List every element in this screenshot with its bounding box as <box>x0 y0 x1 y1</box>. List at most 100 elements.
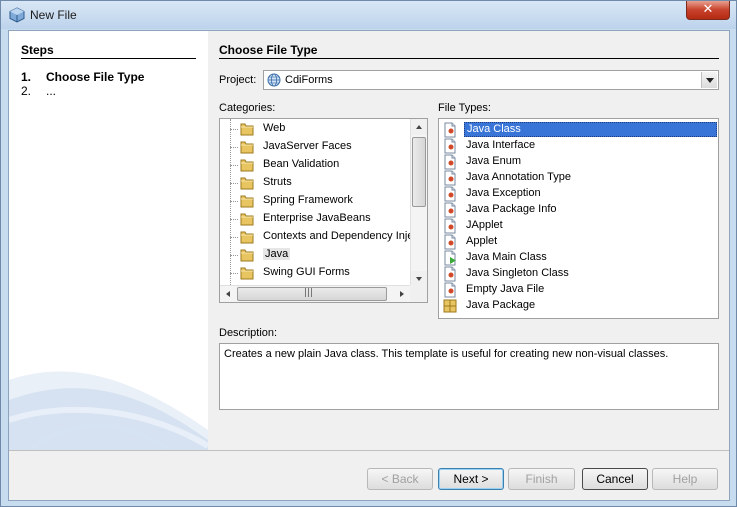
java-file-icon <box>444 122 456 138</box>
java-file-icon <box>444 234 456 250</box>
category-label: Java <box>263 248 291 260</box>
project-select[interactable]: CdiForms <box>263 70 719 90</box>
file-types-label: File Types: <box>438 102 491 114</box>
scroll-thumb[interactable]: ||| <box>237 287 387 301</box>
dropdown-arrow[interactable] <box>701 72 717 88</box>
folder-icon <box>240 159 254 172</box>
choose-file-type-panel: Choose File Type Project: CdiForms Categ… <box>208 31 729 450</box>
file-type-item[interactable]: Java Singleton Class <box>439 266 718 282</box>
file-type-label: Java Class <box>464 122 717 137</box>
scroll-left-button[interactable] <box>220 286 236 302</box>
folder-icon <box>240 267 254 280</box>
netbeans-cube-icon <box>9 7 25 23</box>
java-file-icon <box>444 154 456 170</box>
tree-connector <box>230 165 238 166</box>
description-box: Creates a new plain Java class. This tem… <box>219 343 719 410</box>
file-type-label: JApplet <box>466 219 503 231</box>
file-type-label: Java Singleton Class <box>466 267 569 279</box>
arrow-right-icon <box>400 291 404 297</box>
category-item[interactable]: Enterprise JavaBeans <box>220 210 410 228</box>
globe-icon <box>267 73 281 87</box>
file-type-label: Java Main Class <box>466 251 547 263</box>
scroll-grip: ||| <box>304 288 314 298</box>
file-type-item[interactable]: Java Enum <box>439 154 718 170</box>
folder-icon <box>240 249 254 262</box>
arrow-up-icon <box>416 125 422 129</box>
description-label: Description: <box>219 327 278 339</box>
file-type-item[interactable]: JApplet <box>439 218 718 234</box>
file-type-label: Empty Java File <box>466 283 545 295</box>
folder-icon <box>240 141 254 154</box>
category-item[interactable]: Web <box>220 120 410 138</box>
steps-pane: Steps 1. Choose File Type 2.... <box>9 31 208 450</box>
file-type-item[interactable]: Java Annotation Type <box>439 170 718 186</box>
file-type-item[interactable]: Java Class <box>439 122 718 138</box>
tree-connector <box>230 201 238 202</box>
scroll-thumb[interactable] <box>412 137 426 207</box>
close-icon: ✕ <box>702 2 714 17</box>
file-type-item[interactable]: Java Interface <box>439 138 718 154</box>
categories-tree[interactable]: Web JavaServer Faces Bean Validation Struts… <box>219 118 428 303</box>
file-type-item[interactable]: Java Package Info <box>439 202 718 218</box>
category-item[interactable]: Contexts and Dependency Inje <box>220 228 410 246</box>
project-label: Project: <box>219 74 257 86</box>
section-divider <box>219 58 719 59</box>
categories-vertical-scrollbar[interactable] <box>410 119 427 287</box>
categories-horizontal-scrollbar[interactable]: ||| <box>220 285 410 302</box>
categories-label: Categories: <box>219 102 276 114</box>
java-file-icon <box>444 218 456 234</box>
section-title: Choose File Type <box>219 43 318 57</box>
category-item[interactable]: Java <box>220 246 410 264</box>
arrow-left-icon <box>226 291 230 297</box>
tree-connector <box>230 183 238 184</box>
file-type-label: Applet <box>466 235 498 247</box>
cancel-button[interactable]: Cancel <box>582 468 648 490</box>
file-type-label: Java Package <box>466 299 536 311</box>
category-item[interactable]: Struts <box>220 174 410 192</box>
window-title: New File <box>30 8 77 22</box>
close-button[interactable]: ✕ <box>686 1 730 20</box>
folder-icon <box>240 195 254 208</box>
file-type-item[interactable]: Java Exception <box>439 186 718 202</box>
tree-connector <box>230 273 238 274</box>
file-type-label: Java Interface <box>466 139 536 151</box>
tree-connector <box>230 219 238 220</box>
button-bar-divider <box>9 450 729 451</box>
file-type-item[interactable]: Applet <box>439 234 718 250</box>
step-item: 1. Choose File Type <box>21 70 144 84</box>
scroll-up-button[interactable] <box>411 119 427 135</box>
finish-button[interactable]: Finish <box>508 468 575 490</box>
category-item[interactable]: Spring Framework <box>220 192 410 210</box>
tree-connector <box>230 255 238 256</box>
file-type-label: Java Exception <box>466 187 541 199</box>
category-label: Swing GUI Forms <box>263 266 350 278</box>
tree-connector <box>230 147 238 148</box>
next-button[interactable]: Next > <box>438 468 504 490</box>
scroll-right-button[interactable] <box>394 286 410 302</box>
category-item[interactable]: JavaServer Faces <box>220 138 410 156</box>
tree-connector <box>230 237 238 238</box>
back-button[interactable]: < Back <box>367 468 433 490</box>
java-file-icon <box>444 250 456 266</box>
help-button[interactable]: Help <box>652 468 718 490</box>
file-type-item[interactable]: Java Package <box>439 298 718 314</box>
java-file-icon <box>444 202 456 218</box>
category-item[interactable]: Swing GUI Forms <box>220 264 410 282</box>
category-item[interactable]: Bean Validation <box>220 156 410 174</box>
title-bar[interactable]: New File ✕ <box>1 1 736 29</box>
folder-icon <box>240 123 254 136</box>
java-file-icon <box>444 282 456 298</box>
java-file-icon <box>444 186 456 202</box>
description-text: Creates a new plain Java class. This tem… <box>224 348 669 360</box>
file-type-item[interactable]: Empty Java File <box>439 282 718 298</box>
dialog-body: Steps 1. Choose File Type 2.... Choose Fi… <box>8 30 730 501</box>
project-select-value: CdiForms <box>285 74 333 86</box>
step-item: 2.... <box>21 84 56 98</box>
new-file-dialog: New File ✕ Steps 1. Choose File Type 2...… <box>0 0 737 507</box>
decorative-swoosh <box>9 371 208 450</box>
steps-divider <box>21 58 196 59</box>
chevron-down-icon <box>706 78 714 83</box>
file-type-item[interactable]: Java Main Class <box>439 250 718 266</box>
file-types-list[interactable]: Java Class Java Interface Java Enum Java An… <box>438 118 719 319</box>
category-label: JavaServer Faces <box>263 140 352 152</box>
